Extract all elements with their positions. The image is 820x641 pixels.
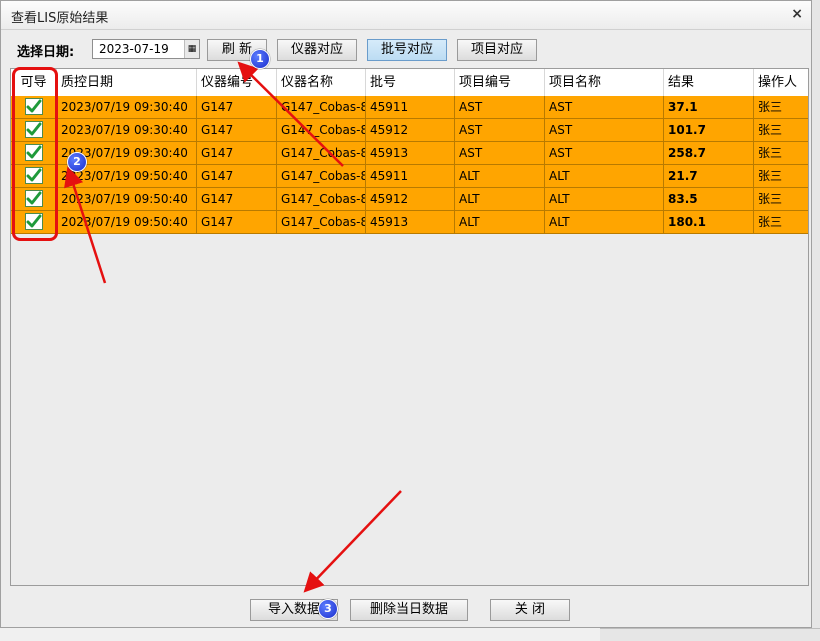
cell-lot: 45912 (366, 119, 455, 141)
table-row[interactable]: 2023/07/19 09:30:40 G147 G147_Cobas-8 45911… (11, 96, 808, 119)
cell-instrument-no: G147 (197, 165, 277, 187)
table-row[interactable]: 2023/07/19 09:50:40 G147 G147_Cobas-8 45912… (11, 188, 808, 211)
window-title: 查看LIS原始结果 (11, 11, 109, 26)
cell-instrument-no: G147 (197, 96, 277, 118)
cell-instrument-name: G147_Cobas-8 (277, 188, 366, 210)
col-item-name[interactable]: 项目名称 (545, 69, 664, 96)
cell-lot: 45911 (366, 165, 455, 187)
cell-result: 101.7 (664, 119, 754, 141)
footer-buttons: 导入数据 删除当日数据 关 闭 (1, 597, 811, 621)
cell-result: 83.5 (664, 188, 754, 210)
table-row[interactable]: 2023/07/19 09:30:40 G147 G147_Cobas-8 45912… (11, 119, 808, 142)
cell-instrument-no: G147 (197, 119, 277, 141)
close-icon[interactable]: × (791, 6, 803, 22)
cell-instrument-name: G147_Cobas-8 (277, 142, 366, 164)
cell-operator: 张三 (758, 169, 783, 183)
cell-result: 37.1 (664, 96, 754, 118)
col-item-no[interactable]: 项目编号 (455, 69, 545, 96)
cell-item-no: AST (455, 96, 545, 118)
col-instrument-no[interactable]: 仪器编号 (197, 69, 277, 96)
annotation-badge-3: 3 (318, 599, 338, 619)
instrument-map-button[interactable]: 仪器对应 (277, 39, 357, 61)
cell-result: 258.7 (664, 142, 754, 164)
cell-instrument-name: G147_Cobas-8 (277, 165, 366, 187)
cell-qc-date: 2023/07/19 09:50:40 (57, 188, 197, 210)
cell-operator: 张三 (758, 215, 783, 229)
background-app-edge (812, 0, 820, 640)
cell-instrument-name: G147_Cobas-8 (277, 211, 366, 233)
cell-qc-date: 2023/07/19 09:50:40 (57, 211, 197, 233)
results-grid: 可导 质控日期 仪器编号 仪器名称 批号 项目编号 项目名称 结果 操作人 20… (10, 68, 809, 586)
cell-instrument-no: G147 (197, 188, 277, 210)
toolbar: 选择日期: 2023-07-19 ▦ 刷 新 仪器对应 批号对应 项目对应 (1, 35, 811, 63)
annotation-badge-1: 1 (250, 49, 270, 69)
cell-operator: 张三 (758, 146, 783, 160)
cell-lot: 45913 (366, 142, 455, 164)
cell-item-name: ALT (545, 211, 664, 233)
cell-item-no: AST (455, 142, 545, 164)
col-lot[interactable]: 批号 (366, 69, 455, 96)
table-row[interactable]: 2023/07/19 09:30:40 G147 G147_Cobas-8 45913… (11, 142, 808, 165)
cell-item-no: ALT (455, 165, 545, 187)
col-result[interactable]: 结果 (664, 69, 754, 96)
cell-item-no: ALT (455, 188, 545, 210)
cell-operator: 张三 (758, 123, 783, 137)
cell-item-name: ALT (545, 165, 664, 187)
cell-operator: 张三 (758, 100, 783, 114)
cell-qc-date: 2023/07/19 09:30:40 (57, 96, 197, 118)
cell-qc-date: 2023/07/19 09:30:40 (57, 119, 197, 141)
cell-item-no: AST (455, 119, 545, 141)
cell-instrument-no: G147 (197, 211, 277, 233)
col-operator[interactable]: 操作人 (754, 69, 808, 96)
background-app-strip (600, 628, 820, 641)
grid-header: 可导 质控日期 仪器编号 仪器名称 批号 项目编号 项目名称 结果 操作人 (11, 69, 808, 97)
cell-instrument-name: G147_Cobas-8 (277, 96, 366, 118)
date-label: 选择日期: (17, 45, 75, 60)
table-row[interactable]: 2023/07/19 09:50:40 G147 G147_Cobas-8 45913… (11, 211, 808, 234)
cell-item-name: ALT (545, 188, 664, 210)
cell-result: 21.7 (664, 165, 754, 187)
annotation-highlight-box (12, 67, 58, 241)
cell-instrument-no: G147 (197, 142, 277, 164)
annotation-badge-2: 2 (67, 152, 87, 172)
cell-lot: 45911 (366, 96, 455, 118)
cell-lot: 45912 (366, 188, 455, 210)
cell-instrument-name: G147_Cobas-8 (277, 119, 366, 141)
cell-operator: 张三 (758, 192, 783, 206)
cell-item-name: AST (545, 96, 664, 118)
cell-result: 180.1 (664, 211, 754, 233)
col-instrument-name[interactable]: 仪器名称 (277, 69, 366, 96)
cell-lot: 45913 (366, 211, 455, 233)
cell-item-name: AST (545, 142, 664, 164)
calendar-icon[interactable]: ▦ (184, 40, 199, 58)
item-map-button[interactable]: 项目对应 (457, 39, 537, 61)
date-picker[interactable]: 2023-07-19 ▦ (92, 39, 200, 59)
col-qc-date[interactable]: 质控日期 (57, 69, 197, 96)
delete-day-data-button[interactable]: 删除当日数据 (350, 599, 468, 621)
lot-map-button[interactable]: 批号对应 (367, 39, 447, 61)
lis-results-dialog: 查看LIS原始结果 × 选择日期: 2023-07-19 ▦ 刷 新 仪器对应 … (0, 0, 812, 628)
title-bar: 查看LIS原始结果 × (1, 1, 811, 30)
cell-item-no: ALT (455, 211, 545, 233)
table-row[interactable]: 2023/07/19 09:50:40 G147 G147_Cobas-8 45911… (11, 165, 808, 188)
cell-item-name: AST (545, 119, 664, 141)
date-value[interactable]: 2023-07-19 (99, 42, 169, 56)
close-button[interactable]: 关 闭 (490, 599, 570, 621)
